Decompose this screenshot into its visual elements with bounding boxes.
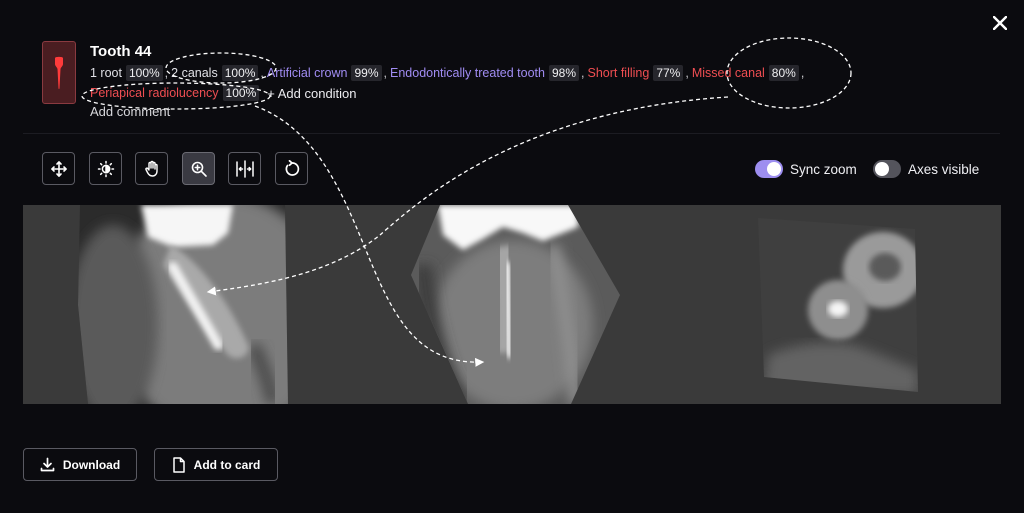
condition-probability: 99%: [351, 65, 382, 81]
cbct-viewer[interactable]: [23, 205, 1001, 404]
tooth-title: Tooth 44: [90, 43, 152, 60]
separator: ,: [800, 66, 805, 80]
condition-probability: 98%: [548, 65, 579, 81]
separator: ,: [685, 66, 689, 80]
axes-visible-switch[interactable]: [873, 160, 901, 178]
add-to-card-label: Add to card: [193, 457, 261, 472]
conditions-row-2: Periapical radiolucency 100% + Add condi…: [90, 84, 357, 102]
split-view-icon: [235, 159, 254, 178]
zoom-tool-button[interactable]: [182, 152, 215, 185]
download-label: Download: [62, 457, 121, 472]
separator: ,: [383, 66, 387, 80]
tooth-badge: [42, 41, 76, 104]
separator: ,: [260, 66, 264, 80]
move-icon: [50, 160, 67, 177]
close-button[interactable]: [989, 12, 1011, 34]
document-icon: [172, 456, 185, 473]
download-icon: [40, 457, 55, 472]
condition-probability: 100%: [125, 65, 163, 81]
download-button[interactable]: Download: [23, 448, 137, 481]
sync-zoom-toggle[interactable]: Sync zoom: [755, 159, 857, 179]
add-comment-button[interactable]: Add comment: [90, 104, 170, 119]
separator: ,: [164, 66, 169, 80]
condition-short-filling[interactable]: Short filling 77%: [587, 65, 684, 81]
cbct-slices: [78, 205, 918, 404]
condition-label: Endodontically treated tooth: [390, 66, 545, 80]
separator: ,: [581, 66, 585, 80]
condition-label: Missed canal: [691, 66, 765, 80]
brightness-icon: [97, 160, 114, 177]
condition-label: 1 root: [90, 66, 122, 80]
sync-zoom-switch[interactable]: [755, 160, 783, 178]
condition-artificial-crown[interactable]: Artificial crown 99%: [267, 65, 382, 81]
close-icon: [993, 16, 1007, 30]
axes-visible-toggle[interactable]: Axes visible: [873, 159, 979, 179]
add-to-card-button[interactable]: Add to card: [154, 448, 278, 481]
condition-label: Artificial crown: [266, 66, 348, 80]
condition-periapical-radiolucency[interactable]: Periapical radiolucency 100%: [90, 85, 260, 101]
pan-tool-button[interactable]: [135, 152, 168, 185]
sync-zoom-label: Sync zoom: [790, 161, 857, 177]
tooth-icon: [55, 56, 63, 89]
add-condition-button[interactable]: + Add condition: [267, 86, 356, 101]
condition-probability: 100%: [221, 65, 259, 81]
condition-probability: 77%: [653, 65, 684, 81]
condition-label: 2 canals: [171, 66, 218, 80]
pan-hand-icon: [144, 160, 158, 177]
axial-slice: [758, 218, 918, 392]
sagittal-slice: [78, 205, 288, 404]
rotate-tool-button[interactable]: [275, 152, 308, 185]
switch-knob: [767, 162, 781, 176]
switch-knob: [875, 162, 889, 176]
move-tool-button[interactable]: [42, 152, 75, 185]
condition-canals[interactable]: 2 canals 100%: [171, 65, 259, 81]
condition-roots[interactable]: 1 root 100%: [90, 65, 163, 81]
condition-label: Short filling: [587, 66, 650, 80]
conditions-row-1: 1 root 100% , 2 canals 100% , Artificial…: [90, 64, 807, 82]
zoom-icon: [191, 161, 207, 177]
condition-probability: 100%: [222, 85, 260, 101]
rotate-icon: [285, 159, 299, 176]
condition-endodontically-treated[interactable]: Endodontically treated tooth 98%: [390, 65, 579, 81]
axes-visible-label: Axes visible: [908, 161, 980, 177]
condition-probability: 80%: [768, 65, 799, 81]
condition-label: Periapical radiolucency: [90, 86, 219, 100]
brightness-tool-button[interactable]: [89, 152, 122, 185]
split-view-tool-button[interactable]: [228, 152, 261, 185]
condition-missed-canal[interactable]: Missed canal 80%: [692, 65, 799, 81]
coronal-slice: [411, 205, 620, 404]
divider: [23, 133, 1000, 134]
